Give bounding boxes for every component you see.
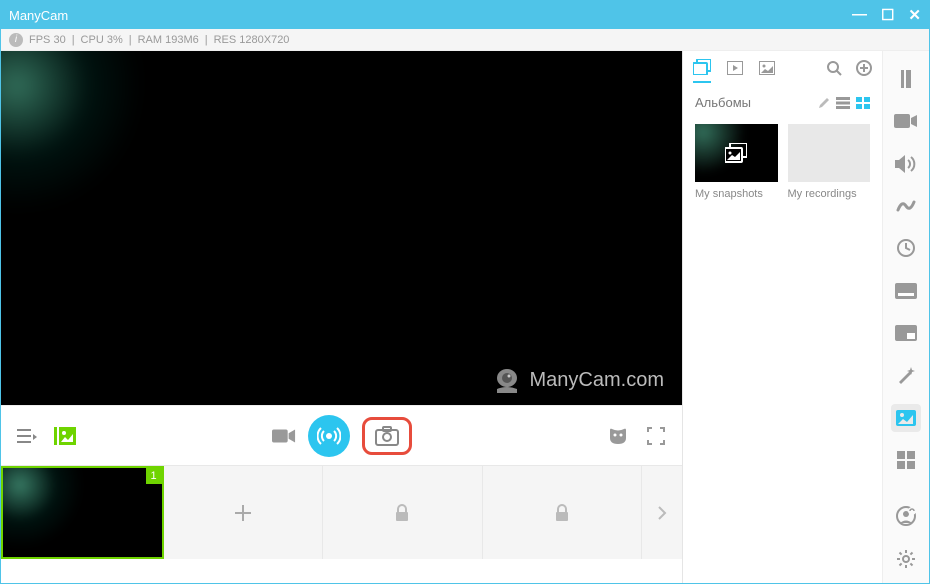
rail-audio-icon[interactable] [891, 150, 921, 178]
playlist-icon[interactable] [15, 424, 39, 448]
gallery-label: My snapshots [695, 182, 778, 200]
status-bar: i FPS 30| CPU 3%| RAM 193M6| RES 1280X72… [1, 29, 929, 51]
side-rail [883, 51, 929, 583]
preview-toolbar [1, 405, 682, 465]
close-button[interactable]: ✕ [908, 6, 921, 24]
rail-effects-icon[interactable] [891, 361, 921, 389]
edit-icon[interactable] [818, 97, 830, 109]
rail-gallery-icon[interactable] [891, 404, 921, 432]
maximize-button[interactable]: ☐ [881, 6, 894, 24]
preset-slot-locked-2[interactable] [483, 466, 643, 559]
video-record-icon[interactable] [272, 424, 296, 448]
webcam-icon [492, 367, 522, 393]
gallery-item-recordings[interactable]: My recordings [788, 124, 871, 200]
rail-settings-icon[interactable] [891, 545, 921, 573]
status-cpu: CPU 3% [81, 34, 123, 46]
gallery-panel: Альбомы [683, 51, 883, 583]
view-list-icon[interactable] [836, 97, 850, 109]
albums-label: Альбомы [695, 95, 812, 110]
snapshot-button[interactable] [362, 417, 412, 455]
view-grid-icon[interactable] [856, 97, 870, 109]
mask-icon[interactable] [606, 424, 630, 448]
broadcast-button[interactable] [308, 415, 350, 457]
preset-slot-1[interactable]: 1 [1, 466, 164, 559]
rail-overlay-icon[interactable] [891, 319, 921, 347]
rail-grid-icon[interactable] [891, 446, 921, 474]
rail-draw-icon[interactable] [891, 192, 921, 220]
gallery-item-snapshots[interactable]: My snapshots [695, 124, 778, 200]
rail-time-icon[interactable] [891, 234, 921, 262]
titlebar: ManyCam — ☐ ✕ [1, 1, 929, 29]
rail-camera-icon[interactable] [891, 107, 921, 135]
albums-header: Альбомы [683, 91, 882, 118]
chevron-right-icon [657, 505, 667, 521]
info-icon[interactable]: i [9, 33, 23, 47]
preset-slot-locked-1[interactable] [323, 466, 483, 559]
app-title: ManyCam [9, 8, 852, 23]
lock-icon [554, 504, 570, 522]
rail-lowerthird-icon[interactable] [891, 277, 921, 305]
images-stack-icon [725, 143, 747, 163]
preset-slot-add[interactable] [164, 466, 324, 559]
status-res: RES 1280X720 [214, 34, 290, 46]
tab-images[interactable] [759, 61, 775, 81]
gallery-tabs [683, 51, 882, 91]
plus-icon [233, 503, 253, 523]
lock-icon [394, 504, 410, 522]
rail-slideshow-icon[interactable] [891, 65, 921, 93]
add-icon[interactable] [856, 60, 872, 82]
tab-gallery[interactable] [693, 59, 711, 83]
window-controls: — ☐ ✕ [852, 6, 921, 24]
video-preview[interactable]: ManyCam.com [1, 51, 682, 405]
tab-video[interactable] [727, 61, 743, 81]
preset-row: 1 [1, 465, 682, 559]
gallery-grid: My snapshots My recordings [683, 118, 882, 206]
main-pane: ManyCam.com [1, 51, 683, 583]
minimize-button[interactable]: — [852, 6, 867, 24]
watermark-text: ManyCam.com [530, 369, 664, 392]
rail-profile-icon[interactable] [891, 502, 921, 530]
search-icon[interactable] [826, 60, 842, 82]
pip-icon[interactable] [53, 424, 77, 448]
fullscreen-icon[interactable] [644, 424, 668, 448]
app-window: ManyCam — ☐ ✕ i FPS 30| CPU 3%| RAM 193M… [0, 0, 930, 584]
status-fps: FPS 30 [29, 34, 66, 46]
preset-next-button[interactable] [642, 466, 682, 559]
status-ram: RAM 193M6 [138, 34, 199, 46]
watermark: ManyCam.com [492, 367, 664, 393]
preset-number-badge: 1 [146, 468, 162, 484]
gallery-label: My recordings [788, 182, 871, 200]
